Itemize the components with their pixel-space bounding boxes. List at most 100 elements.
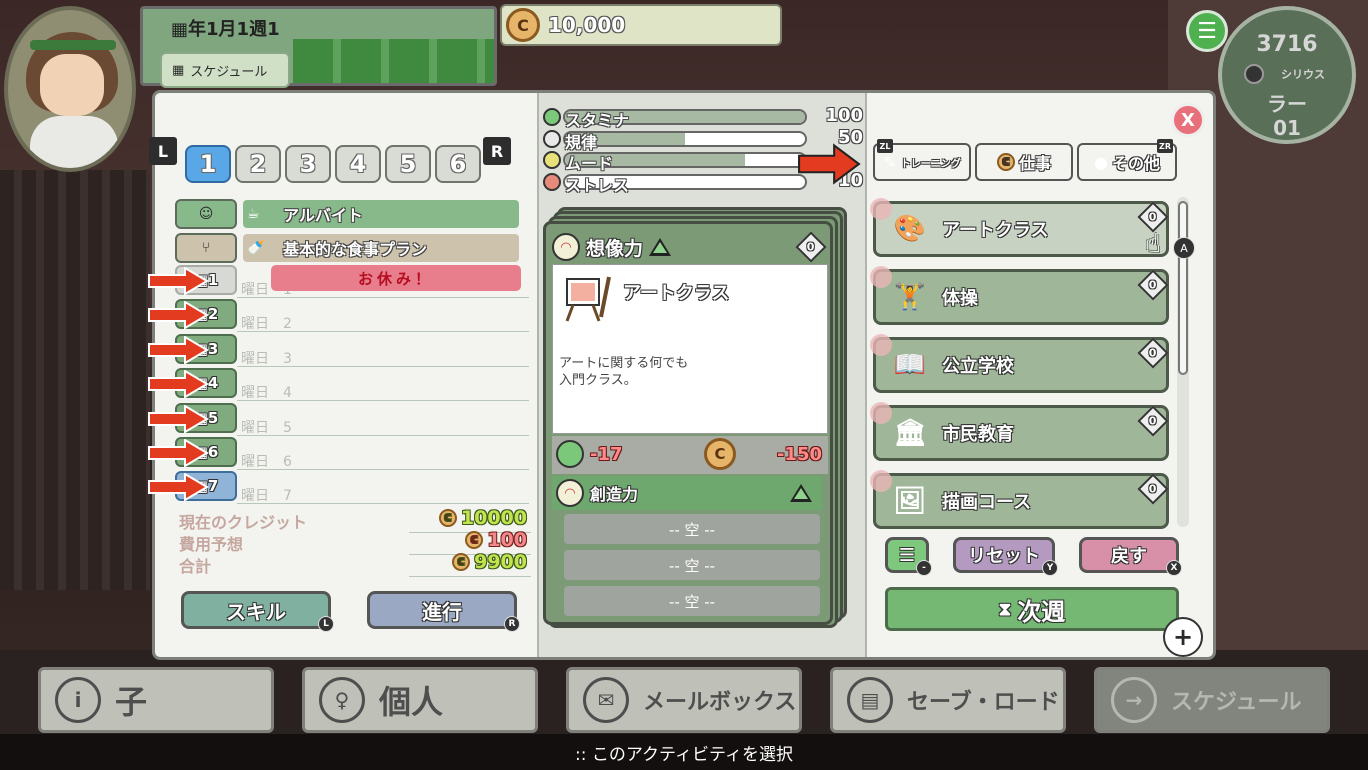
day-row[interactable]: ▦1曜日 1お休み！ — [148, 265, 529, 299]
tag-icon: 0 — [1137, 473, 1169, 505]
background-wall — [0, 170, 150, 590]
job-plan-row[interactable]: ☺ ☕ アルバイト — [175, 199, 519, 229]
tab-4[interactable]: 4 — [335, 145, 381, 183]
activity-item[interactable]: 🏛 市民教育 0 — [870, 402, 1169, 461]
stat-row: スタミナ 100 — [543, 105, 863, 130]
info-icon: i — [55, 677, 101, 723]
day-label: 曜日 4 — [241, 385, 292, 402]
stat-bar — [563, 130, 807, 147]
save-load-button[interactable]: ▤ セーブ・ロード — [830, 667, 1066, 733]
list-icon: ☰ — [898, 544, 916, 566]
category-other[interactable]: ZR ● その他 — [1077, 139, 1177, 181]
activity-item[interactable]: 📖 公立学校 0 — [870, 334, 1169, 393]
money-amount: 10,000 — [548, 13, 626, 37]
schedule-nav-button[interactable]: → スケジュール — [1094, 667, 1330, 733]
tools-icon: ☕ — [247, 206, 260, 222]
activity-item[interactable]: 🏋 体操 0 — [870, 266, 1169, 325]
proceed-button[interactable]: 進行 R — [367, 591, 520, 632]
plan-tabs: 1 2 3 4 5 6 — [185, 145, 481, 183]
stat-name: 規律 — [565, 132, 598, 152]
avatar-headband — [30, 40, 116, 50]
tab-3[interactable]: 3 — [285, 145, 331, 183]
tag-icon: 0 — [1137, 269, 1169, 301]
empty-slot[interactable]: -- 空 -- — [564, 550, 820, 580]
clock-line2: 01 — [1273, 116, 1301, 140]
expected-cost-row: 費用予想 C 100 — [179, 529, 531, 555]
activity-icon: 🖼 — [893, 486, 927, 516]
r-badge-icon: R — [504, 616, 520, 632]
stat-icon — [543, 151, 561, 169]
status-hint: :: このアクティビティを選択 — [0, 734, 1368, 770]
divider — [237, 400, 529, 402]
next-week-button[interactable]: ⧗ 次週 — [885, 587, 1179, 631]
scrollbar-thumb[interactable] — [1178, 201, 1188, 375]
personal-button[interactable]: ♀ 個人 — [302, 667, 538, 733]
red-arrow-icon — [148, 301, 209, 330]
stamina-cost: -17 — [590, 444, 623, 465]
category-training[interactable]: ZL ✎ トレーニング — [873, 139, 971, 181]
divider — [237, 503, 529, 505]
reset-button[interactable]: リセット Y — [953, 537, 1058, 576]
tab-5[interactable]: 5 — [385, 145, 431, 183]
activity-label: 公立学校 — [942, 356, 1014, 377]
coin-cost: -150 — [776, 444, 822, 465]
category-work[interactable]: C 仕事 — [975, 143, 1073, 181]
tab-1[interactable]: 1 — [185, 145, 231, 183]
zl-key-icon: ZL — [877, 139, 893, 153]
hourglass-icon: ⧗ — [998, 598, 1012, 620]
day-row[interactable]: ▦4曜日 4 — [148, 368, 529, 402]
pin-icon — [870, 198, 892, 220]
tab-2[interactable]: 2 — [235, 145, 281, 183]
activity-icon: 🏋 — [893, 282, 927, 312]
job-plan-label: ☕ アルバイト — [243, 200, 519, 228]
avatar-face — [40, 54, 104, 116]
red-arrow-icon — [148, 267, 209, 295]
empty-slot[interactable]: -- 空 -- — [564, 514, 820, 544]
plus-button[interactable]: + — [1163, 617, 1203, 657]
meal-plan-label: 🍼 基本的な食事プラン — [243, 234, 519, 262]
activity-icon: 🎨 — [893, 214, 927, 244]
mailbox-button[interactable]: ✉ メールボックス — [566, 667, 802, 733]
tag-icon: 0 — [795, 231, 827, 263]
list-button[interactable]: ☰ - — [885, 537, 932, 576]
date-text: ▦年1月1週1 — [171, 19, 280, 40]
l-button-icon[interactable]: L — [149, 137, 177, 165]
day-row[interactable]: ▦5曜日 5 — [148, 402, 529, 437]
stat-name: ストレス — [565, 175, 630, 195]
tag-icon: 0 — [1137, 201, 1169, 233]
coin-icon: C — [465, 531, 484, 549]
coin-plus-icon: C — [996, 153, 1015, 171]
r-button-icon[interactable]: R — [483, 137, 511, 165]
calendar-icon: ▦ — [171, 19, 189, 40]
card-body: アートクラス アートに関する何でも 入門クラス。 — [552, 264, 828, 434]
day-row[interactable]: ▦6曜日 6 — [148, 437, 529, 471]
skill-button[interactable]: スキル L — [181, 591, 334, 632]
money-bar: C 10,000 — [500, 4, 782, 46]
rainbow-icon: ◠ — [552, 233, 580, 261]
day-row[interactable]: ▦2曜日 2 — [148, 299, 529, 333]
close-button[interactable]: X — [1171, 103, 1205, 137]
child-button[interactable]: i 子 — [38, 667, 274, 733]
activity-item[interactable]: 🎨 アートクラス 0 — [870, 198, 1169, 257]
activity-label: 体操 — [942, 288, 978, 309]
day-row[interactable]: ▦7曜日 7 — [148, 471, 529, 505]
tab-6[interactable]: 6 — [435, 145, 481, 183]
day-row[interactable]: ▦3曜日 3 — [148, 333, 529, 368]
summary-label: 費用予想 — [179, 535, 244, 554]
activity-label: アートクラス — [942, 220, 1049, 241]
pin-icon — [870, 402, 892, 424]
meal-plan-row[interactable]: ⑂ 🍼 基本的な食事プラン — [175, 233, 519, 263]
stat-value: 100 — [825, 105, 863, 126]
empty-slot[interactable]: -- 空 -- — [564, 586, 820, 616]
coin-icon: C — [452, 553, 471, 571]
pin-icon — [870, 266, 892, 288]
divider — [237, 434, 529, 436]
clock-line1: ラー — [1267, 92, 1307, 116]
pin-icon — [870, 470, 892, 492]
character-avatar[interactable] — [4, 6, 136, 172]
food-icon: 🍼 — [247, 240, 265, 256]
back-button[interactable]: 戻す X — [1079, 537, 1182, 576]
schedule-button[interactable]: ▦ スケジュール — [160, 52, 290, 88]
stat-icon — [543, 108, 561, 126]
activity-item[interactable]: 🖼 描画コース 0 — [870, 470, 1169, 529]
